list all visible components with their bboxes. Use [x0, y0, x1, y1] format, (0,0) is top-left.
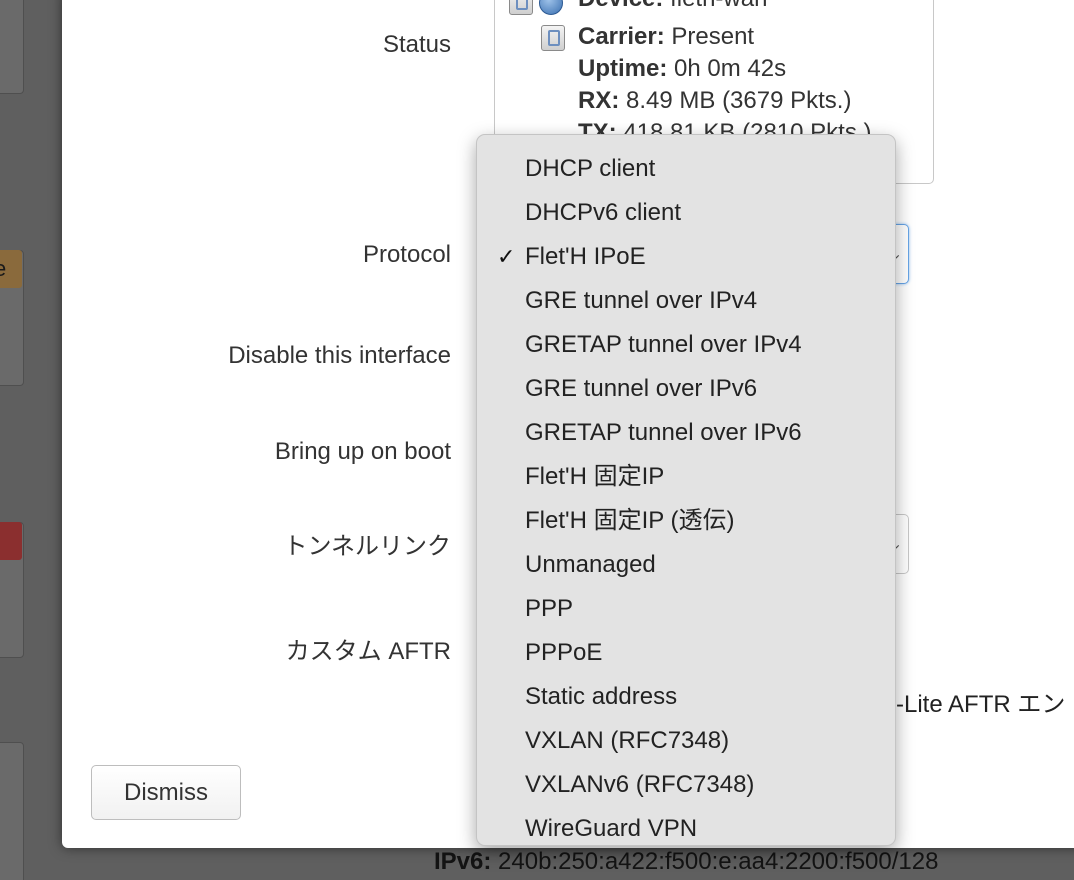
menu-item-label: PPPoE — [525, 639, 603, 666]
status-carrier: Carrier: Present — [578, 23, 754, 51]
rx-label: RX: — [578, 87, 620, 114]
tunnel-link-label: トンネルリンク — [283, 533, 451, 560]
background-card — [0, 742, 24, 880]
menu-item-unmanaged[interactable]: Unmanaged — [477, 543, 895, 587]
menu-item-label: Flet'H 固定IP — [525, 463, 665, 490]
menu-item-gretap-ipv6[interactable]: GRETAP tunnel over IPv6 — [477, 411, 895, 455]
menu-item-dhcp-client[interactable]: DHCP client — [477, 147, 895, 191]
network-port-icon — [509, 0, 533, 15]
menu-item-gretap-ipv4[interactable]: GRETAP tunnel over IPv4 — [477, 323, 895, 367]
status-label: Status — [382, 31, 451, 58]
globe-icon — [539, 0, 563, 15]
checkmark-icon: ✓ — [497, 244, 516, 269]
network-port-icon — [541, 25, 565, 51]
uptime-label: Uptime: — [578, 55, 668, 82]
menu-item-label: Flet'H 固定IP (透伝) — [525, 507, 735, 534]
dismiss-button[interactable]: Dismiss — [91, 765, 241, 820]
menu-item-gre-ipv6[interactable]: GRE tunnel over IPv6 — [477, 367, 895, 411]
menu-item-label: GRE tunnel over IPv6 — [525, 375, 758, 402]
menu-item-label: VXLAN (RFC7348) — [525, 727, 730, 754]
menu-item-label: WireGuard VPN — [525, 815, 698, 842]
rx-value: 8.49 MB (3679 Pkts.) — [626, 87, 852, 114]
custom-aftr-label: カスタム AFTR — [285, 638, 451, 665]
menu-item-gre-ipv4[interactable]: GRE tunnel over IPv4 — [477, 279, 895, 323]
menu-item-label: GRETAP tunnel over IPv6 — [525, 419, 802, 446]
menu-item-label: DHCPv6 client — [525, 199, 682, 226]
menu-item-pppoe[interactable]: PPPoE — [477, 631, 895, 675]
menu-item-vxlanv6[interactable]: VXLANv6 (RFC7348) — [477, 763, 895, 807]
device-value: fleth-wan — [670, 0, 767, 12]
carrier-value: Present — [671, 23, 755, 50]
protocol-label: Protocol — [362, 241, 451, 268]
status-uptime: Uptime: 0h 0m 42s — [578, 55, 786, 83]
menu-item-fleth-fixed-ip-transparent[interactable]: Flet'H 固定IP (透伝) — [477, 499, 895, 543]
ipv6-address-text: IPv6: 240b:250:a422:f500:e:aa4:2200:f500… — [434, 848, 938, 876]
menu-item-label: PPP — [525, 595, 574, 622]
carrier-label: Carrier: — [578, 23, 665, 50]
background-tab-label: e — [0, 256, 7, 281]
ipv6-value: 240b:250:a422:f500:e:aa4:2200:f500/128 — [498, 848, 939, 875]
menu-item-label: GRE tunnel over IPv4 — [525, 287, 758, 314]
menu-item-dhcpv6-client[interactable]: DHCPv6 client — [477, 191, 895, 235]
bring-up-on-boot-label: Bring up on boot — [274, 438, 451, 465]
status-rx: RX: 8.49 MB (3679 Pkts.) — [578, 87, 851, 115]
menu-item-static-address[interactable]: Static address — [477, 675, 895, 719]
menu-item-fleth-ipoe[interactable]: ✓ Flet'H IPoE — [477, 235, 895, 279]
menu-item-vxlan[interactable]: VXLAN (RFC7348) — [477, 719, 895, 763]
ipv6-label: IPv6: — [434, 848, 492, 875]
menu-item-label: GRETAP tunnel over IPv4 — [525, 331, 802, 358]
status-device: Device: fleth-wan — [578, 0, 767, 13]
menu-item-label: Unmanaged — [525, 551, 656, 578]
device-label: Device: — [578, 0, 663, 12]
menu-item-label: Static address — [525, 683, 678, 710]
background-tab: e — [0, 250, 22, 288]
background-tab-alert — [0, 522, 22, 560]
custom-aftr-hint: S-Lite AFTR エン — [880, 691, 1066, 718]
menu-item-label: DHCP client — [525, 155, 656, 182]
disable-interface-label: Disable this interface — [228, 342, 451, 369]
menu-item-label: Flet'H IPoE — [525, 243, 646, 270]
menu-item-ppp[interactable]: PPP — [477, 587, 895, 631]
protocol-dropdown-menu: DHCP client DHCPv6 client ✓ Flet'H IPoE G… — [476, 134, 896, 846]
menu-item-fleth-fixed-ip[interactable]: Flet'H 固定IP — [477, 455, 895, 499]
menu-item-wireguard-vpn[interactable]: WireGuard VPN — [477, 807, 895, 851]
background-card — [0, 0, 24, 94]
uptime-value: 0h 0m 42s — [674, 55, 787, 82]
menu-item-label: VXLANv6 (RFC7348) — [525, 771, 755, 798]
